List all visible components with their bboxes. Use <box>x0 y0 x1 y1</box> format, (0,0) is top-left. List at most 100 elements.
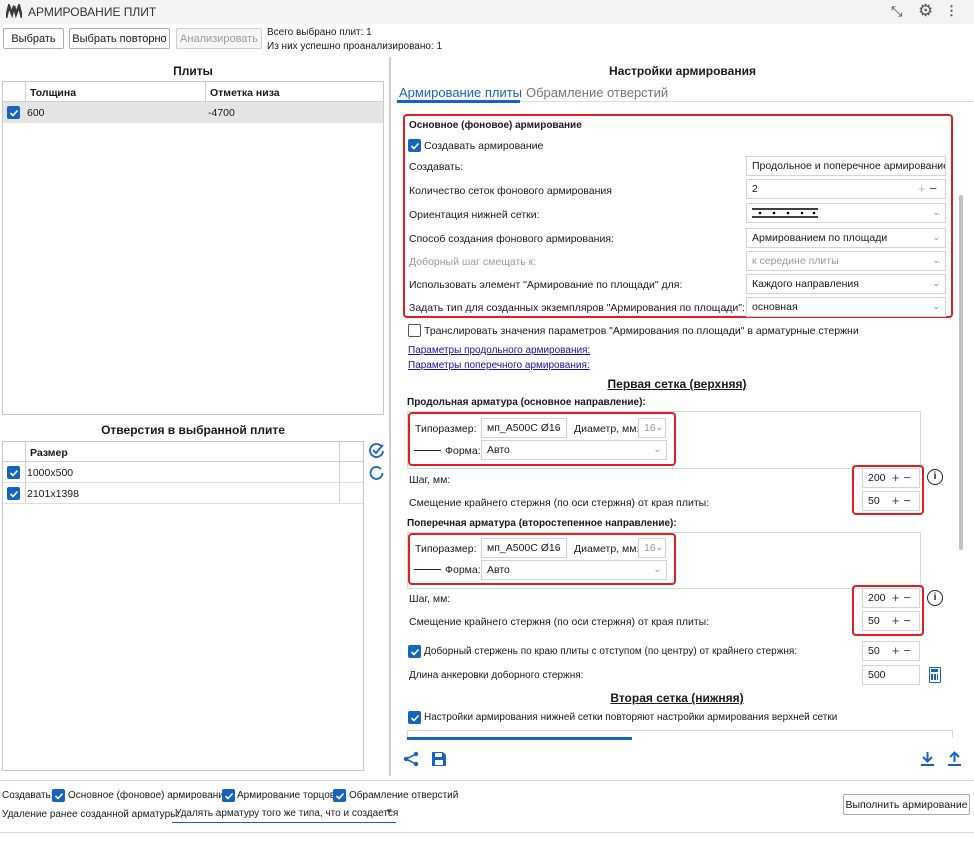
title-bar: АРМИРОВАНИЕ ПЛИТ ⤡ ⚙ ⋮ <box>0 0 974 24</box>
tab-slab-reinforcement[interactable]: Армирование плиты <box>399 85 522 100</box>
select-button[interactable]: Выбрать <box>3 28 64 49</box>
check-all-icon[interactable] <box>368 442 385 459</box>
info-icon[interactable]: i <box>927 590 943 606</box>
link-cross-params[interactable]: Параметры поперечного армирования: <box>408 360 590 371</box>
cell-thickness: 600 <box>27 107 45 119</box>
calculator-icon[interactable] <box>929 667 941 683</box>
method-select[interactable]: Армированием по площади ⌄ <box>746 228 946 248</box>
horizontal-scroll-indicator[interactable] <box>407 737 632 740</box>
offset-label: Доборный шаг смещать к: <box>409 256 537 268</box>
table-row[interactable]: 1000x500 <box>3 462 363 483</box>
long-shape-select[interactable]: Авто ⌄ <box>481 440 667 460</box>
cross-header: Поперечная арматура (второстепенное напр… <box>407 518 677 529</box>
diameter-label: Диаметр, мм: <box>574 543 640 555</box>
second-mesh-title: Вторая сетка (нижняя) <box>610 691 744 705</box>
col-bottom-mark[interactable]: Отметка низа <box>210 87 280 99</box>
translate-label[interactable]: Транслировать значения параметров "Армир… <box>424 325 859 337</box>
footer-openings-label[interactable]: Обрамление отверстий <box>349 790 458 801</box>
extra-bar-stepper[interactable]: 50 +− <box>862 641 920 661</box>
repeat-settings-checkbox[interactable] <box>408 711 421 724</box>
gear-icon[interactable]: ⚙ <box>918 1 933 21</box>
col-thickness[interactable]: Толщина <box>30 87 76 99</box>
table-row[interactable]: 600 -4700 <box>3 102 383 123</box>
create-reinforcement-label[interactable]: Создавать армирование <box>424 140 543 152</box>
row-checkbox[interactable] <box>7 106 20 119</box>
cross-edge-offset-stepper[interactable]: 50 +− <box>862 611 920 631</box>
footer-create-label: Создавать: <box>2 790 54 801</box>
shape-label: Форма: <box>445 564 481 576</box>
table-row[interactable]: 2101x1398 <box>3 483 363 504</box>
repeat-settings-label[interactable]: Настройки армирования нижней сетки повто… <box>424 712 837 723</box>
diameter-label: Диаметр, мм: <box>574 423 640 435</box>
long-header: Продольная арматура (основное направлени… <box>407 397 646 408</box>
col-size[interactable]: Размер <box>30 447 68 459</box>
orientation-select[interactable]: ⌄ <box>746 203 946 223</box>
reselect-button[interactable]: Выбрать повторно <box>69 28 170 49</box>
long-edge-offset-stepper[interactable]: 50 +− <box>862 491 920 511</box>
extra-bar-checkbox[interactable] <box>408 645 421 658</box>
long-size-select[interactable]: мп_А500С Ø16 ⌄ <box>481 418 567 438</box>
anchor-input[interactable]: 500 <box>862 665 920 685</box>
row-checkbox[interactable] <box>7 487 20 500</box>
create-select[interactable]: Продольное и поперечное армирование ⌄ <box>746 156 946 176</box>
step-label: Шаг, мм: <box>409 474 451 486</box>
vertical-scrollbar[interactable] <box>959 195 963 550</box>
shape-label: Форма: <box>445 445 481 457</box>
size-label: Типоразмер: <box>415 423 477 435</box>
type-select[interactable]: основная ⌄ <box>746 297 946 317</box>
settings-title: Настройки армирования <box>609 64 756 78</box>
analyze-button[interactable]: Анализировать <box>176 28 262 49</box>
translate-checkbox[interactable] <box>408 324 421 337</box>
row-checkbox[interactable] <box>7 466 20 479</box>
collapse-icon[interactable]: ⤡ <box>891 3 902 20</box>
share-icon[interactable] <box>403 751 419 767</box>
uncheck-all-icon[interactable] <box>368 465 385 482</box>
run-reinforcement-button[interactable]: Выполнить армирование <box>843 794 970 815</box>
mesh-count-stepper[interactable]: 2 +− <box>746 179 946 199</box>
cell-size: 1000x500 <box>27 467 74 479</box>
cross-shape-select[interactable]: Авто ⌄ <box>481 560 667 580</box>
cross-size-select[interactable]: мп_А500С Ø16 ⌄ <box>481 538 567 558</box>
openings-title: Отверстия в выбранной плите <box>101 423 285 437</box>
use-element-label: Использовать элемент "Армирование по пло… <box>409 279 683 291</box>
offset-select[interactable]: к середине плиты ⌄ <box>746 251 946 271</box>
create-label: Создавать: <box>409 161 464 173</box>
tab-opening-framing[interactable]: Обрамление отверстий <box>526 85 668 100</box>
cross-step-stepper[interactable]: 200 +− <box>862 588 920 608</box>
create-reinforcement-checkbox[interactable] <box>408 139 421 152</box>
cell-size: 2101x1398 <box>27 488 79 500</box>
background-header: Основное (фоновое) армирование <box>409 120 582 131</box>
chevron-down-icon: ▼ <box>385 807 393 816</box>
footer-background-checkbox[interactable] <box>52 789 65 802</box>
upload-icon[interactable] <box>947 751 962 767</box>
save-icon[interactable] <box>431 751 447 767</box>
app-logo-icon <box>4 1 24 19</box>
info-icon[interactable]: i <box>927 469 943 485</box>
mesh-count-label: Количество сеток фонового армирования <box>409 185 612 197</box>
extra-bar-label[interactable]: Доборный стержень по краю плиты с отступ… <box>424 646 797 657</box>
delete-select[interactable]: Удалять арматуру того же типа, что и соз… <box>172 805 398 823</box>
anchor-label: Длина анкеровки доборного стержня: <box>409 670 584 681</box>
more-icon[interactable]: ⋮ <box>945 3 958 19</box>
method-label: Способ создания фонового армирования: <box>409 233 614 245</box>
footer-edges-checkbox[interactable] <box>222 789 235 802</box>
first-mesh-title: Первая сетка (верхняя) <box>607 377 747 391</box>
footer-edges-label[interactable]: Армирование торцов <box>237 790 335 801</box>
slabs-table: Толщина Отметка низа 600 -4700 <box>2 81 384 415</box>
long-diameter-select[interactable]: 16 ⌄ <box>638 418 666 438</box>
tab-active-indicator <box>397 100 520 103</box>
long-step-stepper[interactable]: 200 +− <box>862 468 920 488</box>
use-element-select[interactable]: Каждого направления ⌄ <box>746 274 946 294</box>
download-icon[interactable] <box>920 751 935 767</box>
footer-openings-checkbox[interactable] <box>333 789 346 802</box>
shape-line-icon <box>414 569 441 570</box>
slabs-title: Плиты <box>173 64 213 78</box>
footer-background-label[interactable]: Основное (фоновое) армирование <box>68 790 229 801</box>
link-longitudinal-params[interactable]: Параметры продольного армирования: <box>408 345 590 356</box>
splitter[interactable] <box>389 57 391 776</box>
mesh-pattern-icon <box>752 208 818 218</box>
edge-offset-label: Смещение крайнего стержня (по оси стержн… <box>409 616 710 628</box>
openings-table: Размер 1000x500 2101x1398 <box>2 441 364 771</box>
cross-diameter-select[interactable]: 16 ⌄ <box>638 538 666 558</box>
analyzed-text: Из них успешно проанализировано: 1 <box>267 41 443 52</box>
